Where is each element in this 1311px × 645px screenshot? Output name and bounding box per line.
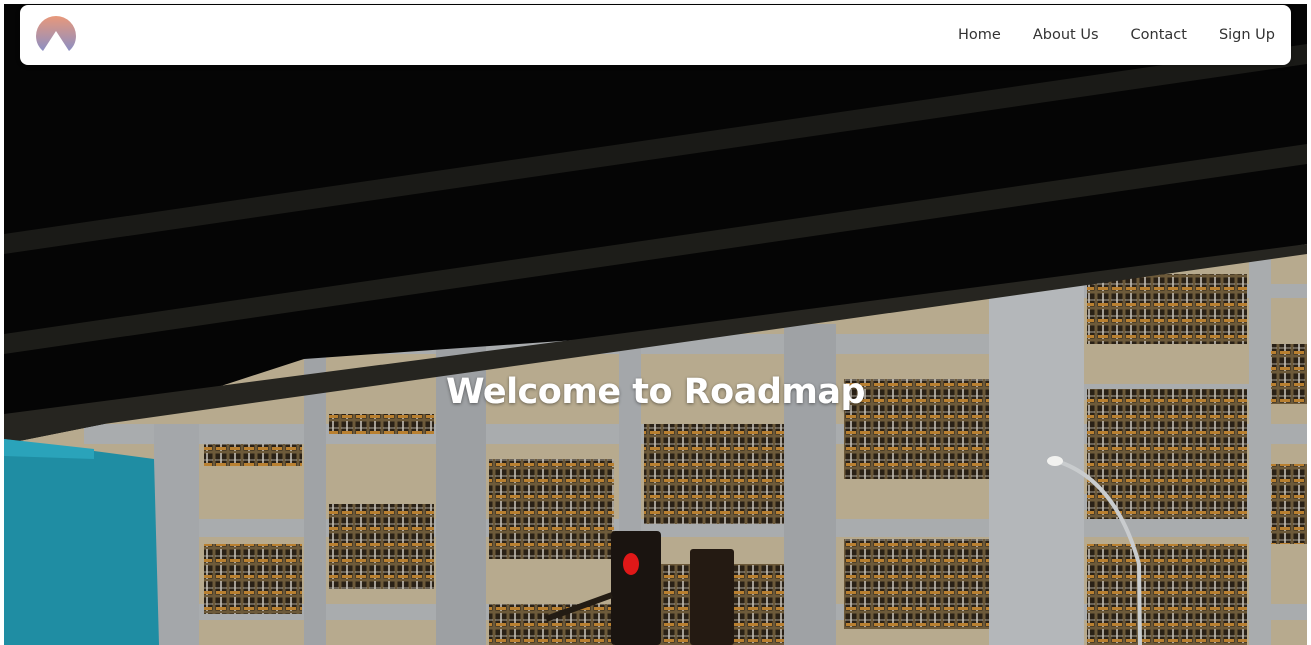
- hero-background-image: [4, 4, 1307, 645]
- hero-title: Welcome to Roadmap: [445, 372, 866, 412]
- nav-link-sign-up[interactable]: Sign Up: [1219, 27, 1275, 43]
- nav-link-home[interactable]: Home: [958, 27, 1001, 43]
- mountain-logo-icon[interactable]: [36, 16, 76, 56]
- top-navbar: Home About Us Contact Sign Up: [20, 5, 1291, 65]
- hero-photo: [4, 4, 1307, 645]
- nav-link-contact[interactable]: Contact: [1131, 27, 1187, 43]
- nav-links: Home About Us Contact Sign Up: [958, 5, 1275, 65]
- nav-link-about-us[interactable]: About Us: [1033, 27, 1099, 43]
